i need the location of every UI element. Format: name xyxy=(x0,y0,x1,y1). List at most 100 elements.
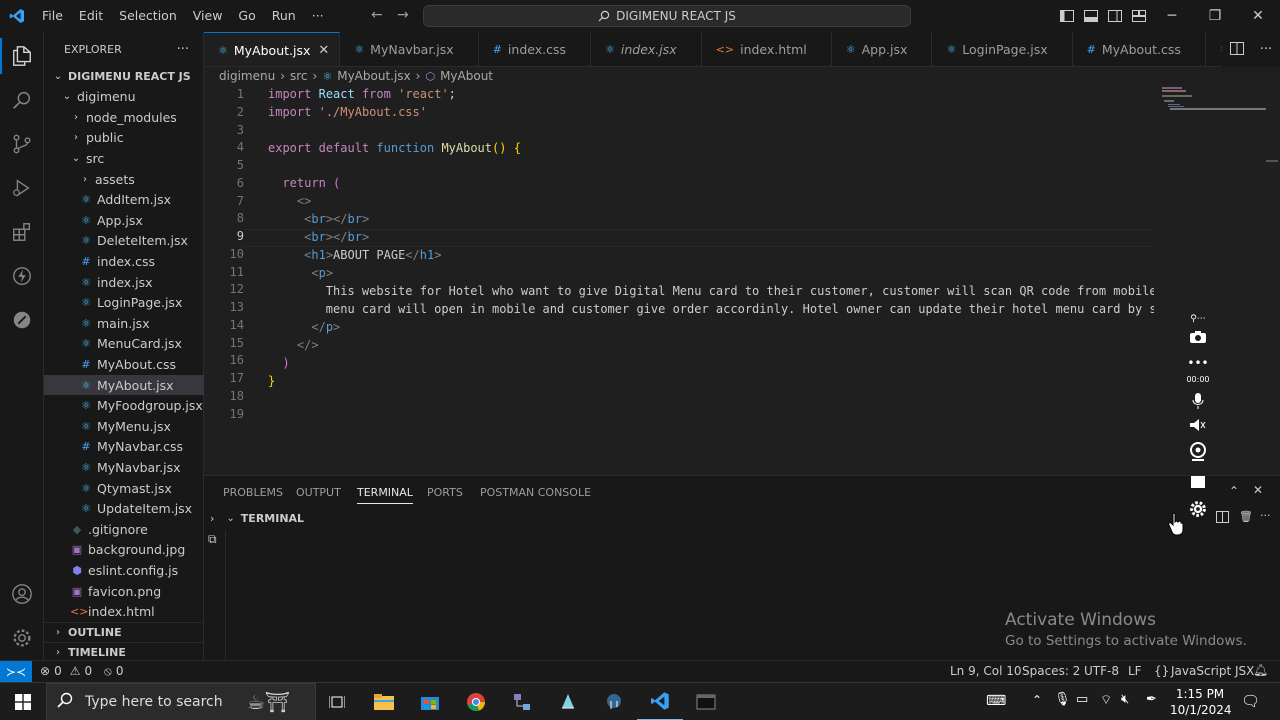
tab-ports[interactable]: PORTS xyxy=(427,486,463,499)
tab-index-css[interactable]: # index.css xyxy=(478,32,591,66)
code-editor[interactable]: 1 2 3 4 5 6 7 8 9 10 11 12 13 14 15 16 17 18 19 import Rea… xyxy=(204,85,1154,475)
language-mode[interactable]: JavaScript JSX xyxy=(1171,664,1254,678)
wifi-icon[interactable]: ⌔ xyxy=(1100,692,1112,708)
tree-item[interactable]: ⚛ LoginPage.jsx xyxy=(44,293,204,313)
taskbar-search-box[interactable]: Type here to search ☕⛩ xyxy=(46,683,316,720)
pen-icon[interactable]: ✒ xyxy=(1146,692,1157,707)
breadcrumb-item[interactable]: MyAbout xyxy=(440,69,493,83)
tab-loginpage-jsx[interactable]: ⚛ LoginPage.jsx xyxy=(932,32,1073,66)
menu-file[interactable]: File xyxy=(34,0,71,32)
tab-index-jsx[interactable]: ⚛ index.jsx xyxy=(591,32,702,66)
split-editor-icon[interactable] xyxy=(1229,40,1244,59)
settings-gear-icon[interactable] xyxy=(1182,500,1214,518)
thunder-client-icon[interactable] xyxy=(0,254,44,298)
volume-mute-icon[interactable]: 🔇︎ xyxy=(1121,692,1129,707)
windows-start-icon[interactable] xyxy=(0,683,46,720)
tree-item[interactable]: ▣ background.jpg xyxy=(44,540,204,560)
terminal-app-icon[interactable] xyxy=(683,683,729,720)
minimap[interactable] xyxy=(1154,85,1280,475)
action-center-icon[interactable]: 🗨 xyxy=(1241,692,1260,710)
tree-item[interactable]: ⚛ MyMenu.jsx xyxy=(44,416,204,436)
battery-icon[interactable]: ▭ xyxy=(1076,692,1088,707)
close-tab-icon[interactable]: ✕ xyxy=(318,43,329,58)
timeline-section[interactable]: › TIMELINE xyxy=(44,642,204,662)
terminal-more-icon[interactable]: ··· xyxy=(1260,509,1271,522)
more-actions-icon[interactable]: ··· xyxy=(1260,42,1272,57)
breadcrumb-item[interactable]: MyAbout.jsx xyxy=(337,69,410,83)
maximize-panel-icon[interactable]: ⌃ xyxy=(1229,484,1239,498)
tab-terminal[interactable]: TERMINAL xyxy=(357,486,413,504)
tab-postman-console[interactable]: POSTMAN CONSOLE xyxy=(480,486,591,499)
tree-item[interactable]: ⚛ MyAbout.jsx xyxy=(44,375,204,395)
menu-selection[interactable]: Selection xyxy=(111,0,185,32)
explorer-icon[interactable] xyxy=(0,34,44,78)
breadcrumb-item[interactable]: src xyxy=(290,69,308,83)
postman-icon[interactable] xyxy=(0,298,44,342)
speaker-icon[interactable] xyxy=(1182,418,1214,432)
tab-problems[interactable]: PROBLEMS xyxy=(223,486,283,499)
forward-arrow-icon[interactable]: → xyxy=(397,7,409,23)
close-panel-icon[interactable]: ✕ xyxy=(1253,483,1263,497)
maximize-icon[interactable]: ❐ xyxy=(1194,0,1236,32)
camera-icon[interactable] xyxy=(1182,330,1214,344)
tree-item[interactable]: ⚛ DeleteItem.jsx xyxy=(44,231,204,251)
postgresql-icon[interactable] xyxy=(591,683,637,720)
microphone-icon[interactable] xyxy=(1182,392,1214,410)
overlay-window-icon[interactable] xyxy=(1182,475,1214,489)
tree-item[interactable]: ⚛ Qtymast.jsx xyxy=(44,478,204,498)
search-icon[interactable] xyxy=(0,78,44,122)
breadcrumb-item[interactable]: digimenu xyxy=(219,69,275,83)
terminal-instance-icon[interactable]: ⧉ xyxy=(208,532,217,547)
accounts-icon[interactable] xyxy=(0,572,44,616)
tree-item[interactable]: ▣ favicon.png xyxy=(44,581,204,601)
pin-icon[interactable]: ⚲⋯ xyxy=(1182,314,1214,324)
remote-indicator-icon[interactable]: ≻≺ xyxy=(0,661,32,682)
tree-item[interactable]: ⚛ AddItem.jsx xyxy=(44,190,204,210)
cursor-position[interactable]: Ln 9, Col 10 xyxy=(950,664,1022,678)
menu-run[interactable]: Run xyxy=(264,0,304,32)
tree-item[interactable]: # index.css xyxy=(44,251,204,271)
tree-item[interactable]: ⌄ src xyxy=(44,148,204,168)
file-explorer-icon[interactable] xyxy=(361,683,407,720)
tree-item[interactable]: # MyAbout.css xyxy=(44,354,204,374)
tree-item[interactable]: › public xyxy=(44,128,204,148)
webcam-icon[interactable] xyxy=(1182,442,1214,462)
toggle-primary-sidebar-icon[interactable] xyxy=(1056,0,1078,32)
command-center-search[interactable]: DIGIMENU REACT JS xyxy=(423,5,911,27)
app-crystal-icon[interactable] xyxy=(545,683,591,720)
task-view-icon[interactable] xyxy=(314,683,360,720)
workspace-root[interactable]: ⌄ DIGIMENU REACT JS xyxy=(44,66,204,86)
tree-item[interactable]: ⬢ eslint.config.js xyxy=(44,560,204,580)
tree-item[interactable]: ⚛ App.jsx xyxy=(44,210,204,230)
toggle-secondary-sidebar-icon[interactable] xyxy=(1104,0,1126,32)
explorer-more-icon[interactable]: ··· xyxy=(177,42,189,57)
tree-item[interactable]: › node_modules xyxy=(44,107,204,127)
microphone-tray-icon[interactable]: 🎙︎ xyxy=(1054,692,1071,707)
tree-item[interactable]: <> index.html xyxy=(44,602,204,622)
split-terminal-icon[interactable] xyxy=(1216,511,1229,526)
back-arrow-icon[interactable]: ← xyxy=(371,7,383,23)
vscode-taskbar-icon[interactable] xyxy=(637,683,683,720)
tab-output[interactable]: OUTPUT xyxy=(296,486,341,499)
tab-index-html[interactable]: <> index.html xyxy=(701,32,832,66)
tab-myabout-jsx[interactable]: ⚛ MyAbout.jsx ✕ xyxy=(204,32,341,66)
chrome-icon[interactable] xyxy=(453,683,499,720)
menu-go[interactable]: Go xyxy=(230,0,263,32)
customize-layout-icon[interactable] xyxy=(1128,0,1150,32)
source-control-icon[interactable] xyxy=(0,122,44,166)
tree-item[interactable]: › assets xyxy=(44,169,204,189)
toggle-panel-icon[interactable] xyxy=(1080,0,1102,32)
tree-item[interactable]: ◆ .gitignore xyxy=(44,519,204,539)
outline-section[interactable]: › OUTLINE xyxy=(44,622,204,642)
network-app-icon[interactable] xyxy=(499,683,545,720)
tree-item[interactable]: ⌄ digimenu xyxy=(44,87,204,107)
keyboard-icon[interactable]: ⌨ xyxy=(986,693,1006,709)
chevron-right-icon[interactable]: › xyxy=(210,512,214,525)
tree-item[interactable]: ⚛ index.jsx xyxy=(44,272,204,292)
clock[interactable]: 1:15 PM 10/1/2024 xyxy=(1170,686,1232,718)
extensions-icon[interactable] xyxy=(0,210,44,254)
end-of-line[interactable]: LF xyxy=(1128,664,1142,678)
encoding[interactable]: UTF-8 xyxy=(1084,664,1119,678)
tab-myabout-css[interactable]: # MyAbout.css xyxy=(1072,32,1206,66)
menu-edit[interactable]: Edit xyxy=(71,0,111,32)
